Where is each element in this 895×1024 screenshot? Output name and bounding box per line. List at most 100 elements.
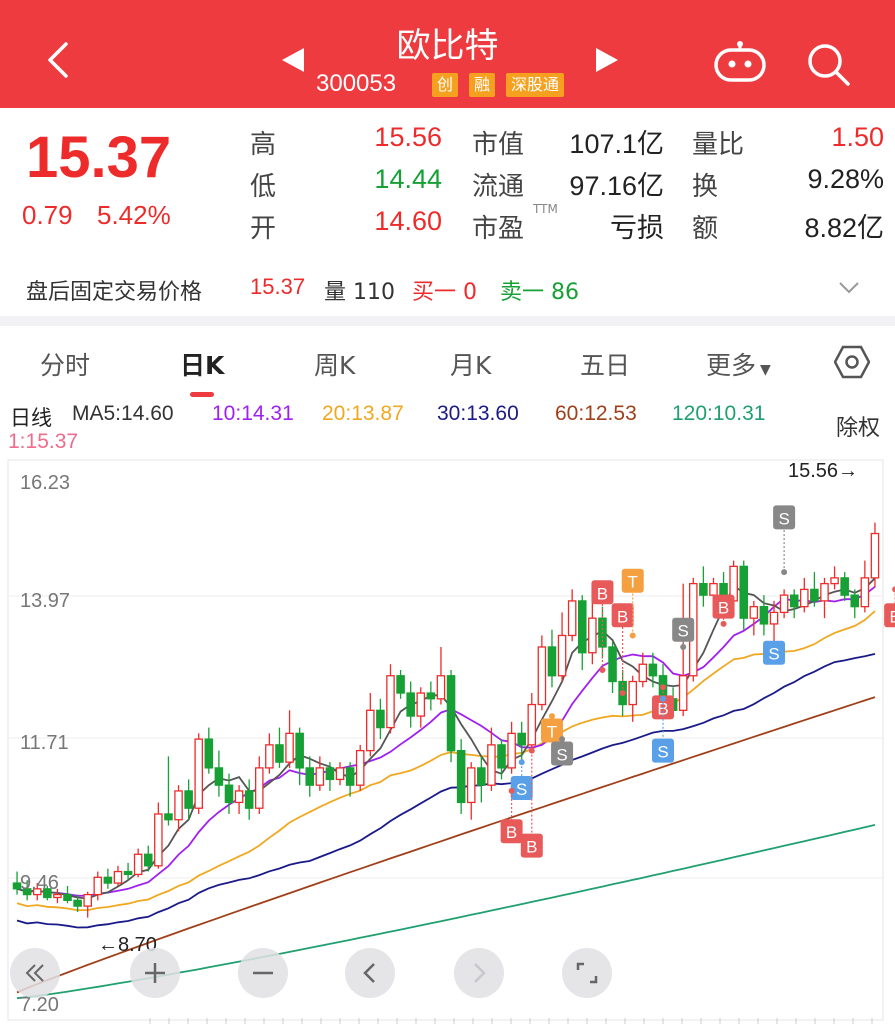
tab-monthly-k[interactable]: 月K	[450, 346, 491, 382]
chevron-down-icon[interactable]	[838, 276, 860, 298]
signal-marker-label: T	[628, 573, 638, 592]
tab-intraday[interactable]: 分时	[40, 346, 90, 382]
ma30-line	[16, 653, 876, 929]
after-hours-price: 15.37	[250, 274, 306, 299]
prev-stock-icon[interactable]	[282, 48, 304, 72]
candle	[487, 744, 496, 786]
signal-marker-label: S	[556, 746, 567, 765]
candle	[527, 703, 537, 746]
next-stock-icon[interactable]	[596, 48, 618, 72]
zoom-out-button[interactable]	[238, 948, 288, 998]
candle	[769, 611, 779, 625]
signal-marker-dot	[781, 569, 788, 576]
candle	[83, 893, 92, 907]
robot-assistant-icon[interactable]	[712, 40, 768, 84]
candle	[123, 870, 133, 876]
signal-marker-dot	[528, 747, 535, 754]
candle	[648, 663, 658, 677]
candle	[113, 870, 123, 884]
candle	[497, 744, 506, 769]
double-chevron-left-icon	[25, 964, 44, 982]
candle	[295, 732, 304, 769]
tab-daily-k[interactable]: 日K	[180, 346, 224, 382]
candle	[638, 663, 648, 683]
candle	[577, 600, 587, 654]
ma10-line	[16, 585, 876, 897]
high-label: 高	[250, 130, 277, 160]
candle	[749, 606, 759, 619]
candle	[164, 813, 173, 821]
y-tick-label: 16.23	[20, 472, 71, 494]
signal-marker-label: B	[617, 607, 628, 626]
fullscreen-icon	[576, 962, 598, 984]
candle	[517, 732, 526, 746]
plus-icon	[145, 963, 165, 983]
tag-hk-connect: 深股通	[506, 73, 565, 97]
chart-settings-icon[interactable]	[834, 344, 870, 380]
zoom-in-button[interactable]	[130, 948, 180, 998]
candle	[739, 565, 749, 619]
candle	[567, 600, 577, 637]
candle	[759, 606, 769, 625]
candle	[133, 853, 143, 876]
candle	[779, 594, 789, 614]
candle	[204, 738, 214, 769]
candle	[93, 876, 103, 896]
tab-more[interactable]: 更多 ▼	[706, 346, 771, 382]
candle	[588, 617, 597, 654]
scroll-to-start-button[interactable]	[10, 948, 60, 998]
ma5-value: MA5:14.60	[72, 402, 174, 425]
volratio-label: 量比	[692, 130, 745, 160]
candle	[406, 692, 415, 717]
float-value: 97.16亿	[569, 171, 664, 201]
fullscreen-button[interactable]	[562, 948, 612, 998]
y-tick-label: 13.97	[20, 590, 71, 612]
float-label: 流通	[472, 172, 525, 202]
candle	[557, 634, 567, 677]
candle	[194, 738, 204, 809]
after-hours-volume: 量 110	[324, 280, 395, 305]
candle	[820, 582, 829, 602]
candle	[63, 893, 72, 901]
scroll-right-button[interactable]	[454, 948, 504, 998]
candle	[386, 675, 395, 729]
candle	[325, 767, 335, 781]
active-tab-indicator	[190, 392, 214, 397]
ma20-value: 20:13.87	[322, 402, 404, 425]
candle	[830, 577, 839, 585]
candle	[234, 790, 244, 804]
y-tick-label: 11.71	[20, 732, 69, 754]
candle	[699, 582, 708, 596]
after-hours-ask1: 卖一 86	[500, 280, 579, 305]
ma60-value: 60:12.53	[555, 402, 637, 425]
ma30-value: 30:13.60	[437, 402, 519, 425]
after-hours-row[interactable]: 盘后固定交易价格 15.37 量 110 买一 0 卖一 86	[0, 262, 895, 312]
tab-five-day[interactable]: 五日	[580, 346, 630, 382]
candle	[800, 588, 809, 608]
chevron-right-icon	[474, 963, 486, 983]
tab-weekly-k[interactable]: 周K	[314, 346, 355, 382]
signal-marker-dot	[518, 759, 525, 766]
ma-period-label: 日线	[10, 407, 52, 430]
signal-marker-label: S	[657, 743, 668, 762]
stock-code: 300053	[316, 70, 397, 97]
candle	[709, 582, 718, 596]
candle	[335, 767, 345, 781]
mktcap-value: 107.1亿	[569, 129, 664, 159]
candle	[265, 744, 274, 769]
signal-marker-dot	[559, 736, 566, 743]
minus-icon	[253, 971, 273, 975]
search-icon[interactable]	[804, 40, 852, 88]
open-label: 开	[250, 214, 277, 244]
ma10-value: 10:14.31	[212, 402, 294, 425]
tag-rong: 融	[469, 73, 496, 97]
scroll-left-button[interactable]	[345, 948, 395, 998]
candle	[376, 709, 385, 729]
signal-marker-dot	[720, 620, 727, 627]
candle	[396, 675, 405, 694]
low-value: 14.44	[374, 164, 442, 194]
ma120-value: 120:10.31	[672, 402, 766, 425]
tag-chuang: 创	[432, 73, 459, 97]
pe-ttm-sup: TTM	[533, 202, 558, 216]
ex-rights-toggle[interactable]: 除权	[836, 410, 880, 442]
